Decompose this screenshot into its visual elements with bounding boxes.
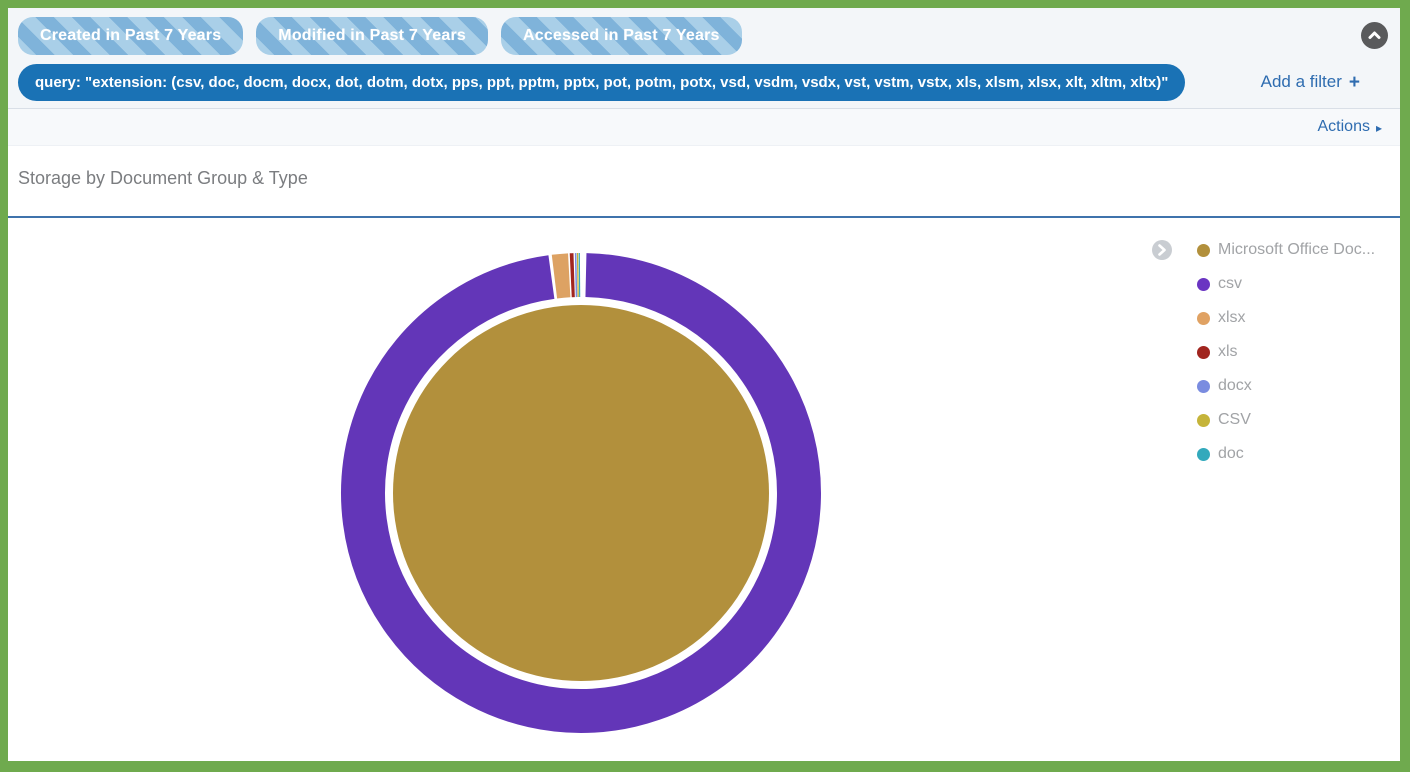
legend-color-dot [1197, 278, 1210, 291]
report-window: Created in Past 7 Years Modified in Past… [0, 0, 1410, 772]
legend-item-csv[interactable]: csv [1152, 267, 1388, 301]
query-filter-pill[interactable]: query: "extension: (csv, doc, docm, docx… [18, 64, 1185, 101]
legend-label: docx [1218, 377, 1252, 395]
add-filter-label: Add a filter [1261, 72, 1342, 92]
inner-circle-microsoft-office-documents[interactable] [393, 305, 769, 681]
legend-item-xls[interactable]: xls [1152, 335, 1388, 369]
actions-label: Actions [1318, 118, 1370, 136]
report-content: Storage by Document Group & Type Microso… [8, 146, 1400, 717]
filter-header: Created in Past 7 Years Modified in Past… [8, 8, 1400, 108]
legend-item-csv[interactable]: CSV [1152, 403, 1388, 437]
actions-bar: Actions ▸ [8, 108, 1400, 146]
legend-label: xls [1218, 343, 1238, 361]
ring-segment-xlsx[interactable] [554, 275, 569, 276]
legend-item-microsoft-office-doc-[interactable]: Microsoft Office Doc... [1152, 233, 1388, 267]
legend-item-docx[interactable]: docx [1152, 369, 1388, 403]
filter-pill-modified[interactable]: Modified in Past 7 Years [256, 17, 488, 55]
legend-color-dot [1197, 380, 1210, 393]
legend-label: CSV [1218, 411, 1251, 429]
legend-color-dot [1197, 312, 1210, 325]
legend-color-dot [1197, 346, 1210, 359]
add-filter-button[interactable]: Add a filter + [1261, 72, 1360, 92]
caret-right-icon: ▸ [1376, 121, 1382, 135]
legend-label: doc [1218, 445, 1244, 463]
filter-pill-created[interactable]: Created in Past 7 Years [18, 17, 243, 55]
collapse-panel-button[interactable] [1361, 22, 1388, 49]
expand-group-icon[interactable] [1152, 240, 1172, 260]
sunburst-chart[interactable] [336, 248, 826, 738]
chart-title: Storage by Document Group & Type [8, 146, 1400, 190]
actions-menu-button[interactable]: Actions ▸ [1318, 118, 1383, 136]
legend-color-dot [1197, 448, 1210, 461]
legend-color-dot [1197, 414, 1210, 427]
filter-pill-accessed[interactable]: Accessed in Past 7 Years [501, 17, 742, 55]
chart-area: Microsoft Office Doc... csv xlsx xls docx CSV… [8, 218, 1400, 769]
chevron-up-icon [1367, 28, 1382, 43]
legend-item-doc[interactable]: doc [1152, 437, 1388, 471]
chart-legend: Microsoft Office Doc... csv xlsx xls docx CSV… [1152, 233, 1388, 471]
legend-color-dot [1197, 244, 1210, 257]
legend-label: Microsoft Office Doc... [1218, 241, 1375, 259]
legend-label: xlsx [1218, 309, 1246, 327]
query-row: query: "extension: (csv, doc, docm, docx… [18, 62, 1390, 102]
legend-label: csv [1218, 275, 1242, 293]
legend-item-xlsx[interactable]: xlsx [1152, 301, 1388, 335]
plus-icon: + [1349, 73, 1360, 92]
filter-pills-row: Created in Past 7 Years Modified in Past… [18, 14, 1390, 58]
